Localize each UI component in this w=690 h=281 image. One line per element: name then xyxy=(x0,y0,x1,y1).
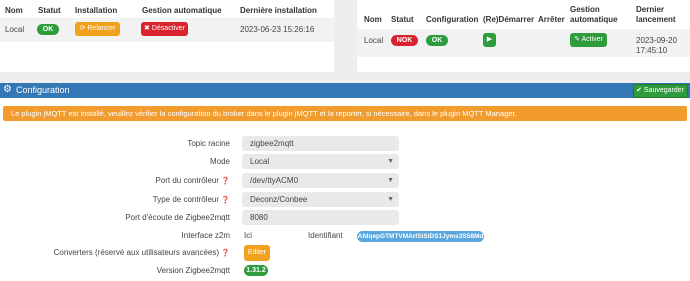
gears-icon: ⚙ xyxy=(3,84,12,95)
caret-down-icon: ▼ xyxy=(387,177,394,184)
dependencies-panel: Nom Statut Installation Gestion automati… xyxy=(0,0,334,72)
help-icon[interactable]: ❓ xyxy=(221,178,230,185)
ecoute-input[interactable]: 8080 xyxy=(242,210,399,225)
daemon-panel: Nom Statut Configuration (Re)Démarrer Ar… xyxy=(357,0,690,72)
col-nom: Nom xyxy=(5,6,23,15)
version-label: Version Zigbee2mqtt xyxy=(156,266,230,275)
help-icon[interactable]: ❓ xyxy=(221,250,230,257)
row-nom: Local xyxy=(5,25,25,34)
type-label: Type de contrôleur ❓ xyxy=(152,195,230,204)
col-dernier-line1: Dernier xyxy=(636,5,665,14)
col-statut: Statut xyxy=(38,6,61,15)
check-icon: ✔ xyxy=(636,87,644,94)
mode-label: Mode xyxy=(209,157,230,166)
topic-input[interactable]: zigbee2mqtt xyxy=(242,136,399,151)
version-badge: 1.31.2 xyxy=(244,265,268,276)
col-installation: Installation xyxy=(75,6,118,15)
status-badge: OK xyxy=(37,24,59,35)
help-icon[interactable]: ❓ xyxy=(221,197,230,204)
identifiant-badge: AfdqepGTMTVMArISiSlDS1Jyms3S58Md xyxy=(357,231,484,242)
config-form: Le plugin jMQTT est installé, veuillez v… xyxy=(0,98,690,281)
converters-label: Converters (réservé aux utilisateurs ava… xyxy=(53,248,230,257)
editer-button[interactable]: Editer xyxy=(244,245,270,261)
config-badge: OK xyxy=(426,35,448,46)
type-select[interactable]: Deconz/Conbee ▼ xyxy=(242,192,399,207)
start-button[interactable]: ▶ xyxy=(483,33,496,47)
config-title: Configuration xyxy=(16,85,70,95)
topic-label: Topic racine xyxy=(187,139,230,148)
col-gestion: Gestion automatique xyxy=(142,6,222,15)
mode-select[interactable]: Local ▼ xyxy=(242,154,399,169)
caret-down-icon: ▼ xyxy=(387,196,394,203)
col-arreter: Arrêter xyxy=(538,15,565,24)
identifiant-label: Identifiant xyxy=(308,231,343,240)
port-label: Port du contrôleur ❓ xyxy=(155,176,230,185)
magic-icon: ✎ xyxy=(574,36,582,43)
alert-banner: Le plugin jMQTT est installé, veuillez v… xyxy=(3,106,687,121)
dernier-lancement-time: 17:45:10 xyxy=(636,46,668,55)
col-nom: Nom xyxy=(364,15,382,24)
play-icon: ▶ xyxy=(486,36,493,43)
col-derniere: Dernière installation xyxy=(240,6,317,15)
interface-value: Ici xyxy=(244,231,252,240)
ecoute-label: Port d'écoute de Zigbee2mqtt xyxy=(125,213,230,222)
col-redemarrer: (Re)Démarrer xyxy=(483,15,535,24)
col-dernier-line2: lancement xyxy=(636,15,676,24)
dernier-lancement-date: 2023-09-20 xyxy=(636,36,677,45)
close-icon: ✖ xyxy=(144,25,152,32)
status-badge: NOK xyxy=(391,35,418,46)
col-statut: Statut xyxy=(391,15,414,24)
port-select[interactable]: /dev/ttyACM0 ▼ xyxy=(242,173,399,188)
interface-label: Interface z2m xyxy=(181,231,230,240)
col-gestion-line1: Gestion xyxy=(570,5,600,14)
col-configuration: Configuration xyxy=(426,15,479,24)
derniere-installation: 2023-06-23 15:26:16 xyxy=(240,25,315,34)
relancer-button[interactable]: ⟳ Relancer xyxy=(75,22,120,36)
row-nom: Local xyxy=(364,36,384,45)
caret-down-icon: ▼ xyxy=(387,158,394,165)
col-gestion-line2: automatique xyxy=(570,15,618,24)
activer-button[interactable]: ✎ Activer xyxy=(570,33,607,47)
save-button[interactable]: ✔ Sauvegarder xyxy=(633,84,688,98)
config-header: ⚙ Configuration ✔ Sauvegarder xyxy=(0,83,690,98)
desactiver-button[interactable]: ✖ Désactiver xyxy=(141,22,188,36)
